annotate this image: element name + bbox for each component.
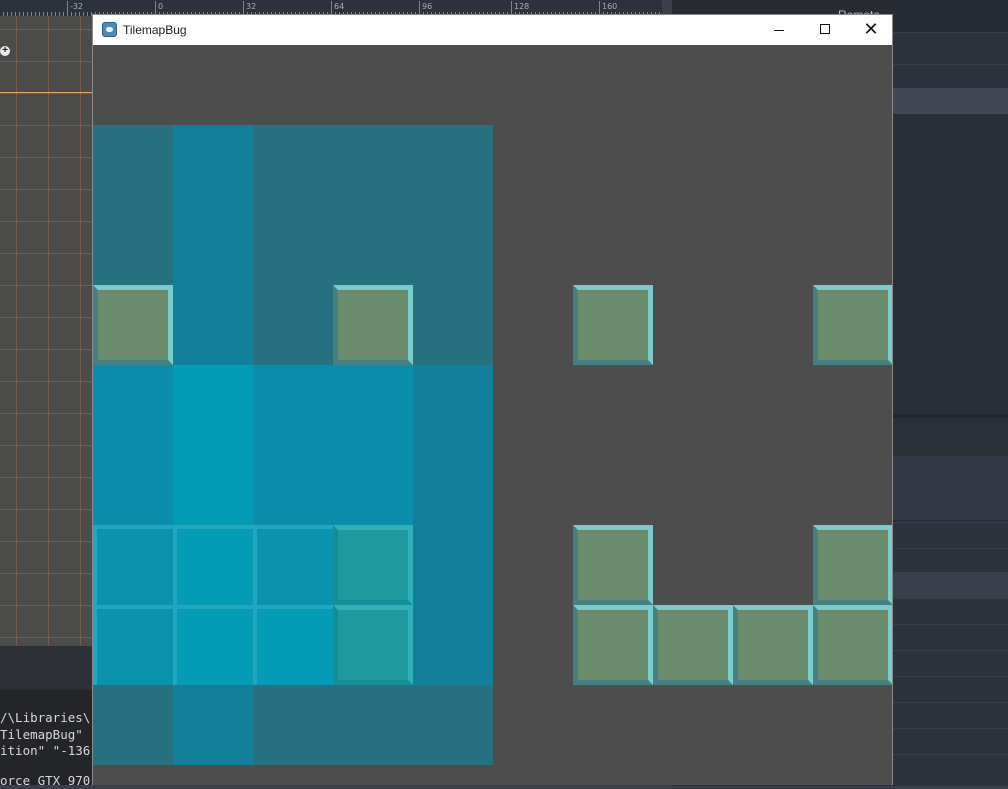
ground-tile <box>813 605 892 685</box>
ruler-label: 128 <box>514 2 530 11</box>
maximize-button[interactable] <box>802 15 848 45</box>
ground-tile <box>333 525 413 605</box>
water-tile <box>413 685 493 765</box>
close-icon: ✕ <box>863 19 879 40</box>
water-tile <box>333 205 413 285</box>
water-tile <box>173 445 253 525</box>
water-tile <box>413 285 493 365</box>
water-tile <box>93 685 173 765</box>
window-title: TilemapBug <box>123 23 187 37</box>
water-tile <box>333 685 413 765</box>
water-tile <box>173 605 253 685</box>
water-tile <box>253 365 333 445</box>
water-tile <box>413 205 493 285</box>
water-tile <box>253 525 333 605</box>
water-tile <box>253 125 333 205</box>
water-tile <box>253 445 333 525</box>
ruler-label: 160 <box>602 2 618 11</box>
minimize-button[interactable] <box>756 15 802 45</box>
ground-tile <box>573 525 653 605</box>
water-tile <box>173 365 253 445</box>
maximize-icon <box>820 24 830 34</box>
water-tile <box>413 525 493 605</box>
game-window[interactable]: TilemapBug ✕ <box>92 14 893 785</box>
ruler-label: 96 <box>422 2 433 11</box>
water-tile <box>93 125 173 205</box>
output-line: orce GTX 970 <box>0 773 91 788</box>
output-line: TilemapBug" <box>0 727 83 742</box>
water-tile <box>253 205 333 285</box>
ruler-label: 32 <box>246 2 257 11</box>
water-tile <box>173 685 253 765</box>
water-tile <box>93 525 173 605</box>
ground-tile <box>813 285 892 365</box>
water-tile <box>93 605 173 685</box>
water-tile <box>253 285 333 365</box>
ground-tile <box>93 285 173 365</box>
godot-icon <box>102 22 117 37</box>
water-tile <box>413 365 493 445</box>
water-tile <box>93 205 173 285</box>
window-titlebar[interactable]: TilemapBug ✕ <box>93 15 892 45</box>
water-tile <box>413 605 493 685</box>
water-tile <box>333 365 413 445</box>
ground-tile <box>333 285 413 365</box>
water-tile <box>93 365 173 445</box>
water-tile <box>253 605 333 685</box>
ground-tile <box>813 525 892 605</box>
ruler-label: 0 <box>158 2 164 11</box>
ground-tile <box>733 605 813 685</box>
ground-tile <box>653 605 733 685</box>
output-line: ition" "-136 <box>0 743 91 758</box>
ground-tile <box>333 605 413 685</box>
water-tile <box>253 685 333 765</box>
close-button[interactable]: ✕ <box>848 15 892 45</box>
water-tile <box>333 445 413 525</box>
ground-tile <box>573 605 653 685</box>
water-tile <box>333 125 413 205</box>
game-canvas[interactable] <box>93 45 892 785</box>
ruler-label: -32 <box>70 2 84 11</box>
water-tile <box>413 445 493 525</box>
water-tile <box>413 125 493 205</box>
water-tile <box>173 525 253 605</box>
water-tile <box>173 205 253 285</box>
ruler-major-tick <box>67 1 68 16</box>
water-tile <box>173 285 253 365</box>
output-line: /\Libraries\ <box>0 710 91 725</box>
ruler-label: 64 <box>334 2 345 11</box>
minimize-icon <box>774 30 784 31</box>
add-node-icon[interactable]: + <box>0 46 10 56</box>
water-tile <box>93 445 173 525</box>
water-tile <box>173 125 253 205</box>
ground-tile <box>573 285 653 365</box>
viewport-origin-line <box>0 92 96 93</box>
